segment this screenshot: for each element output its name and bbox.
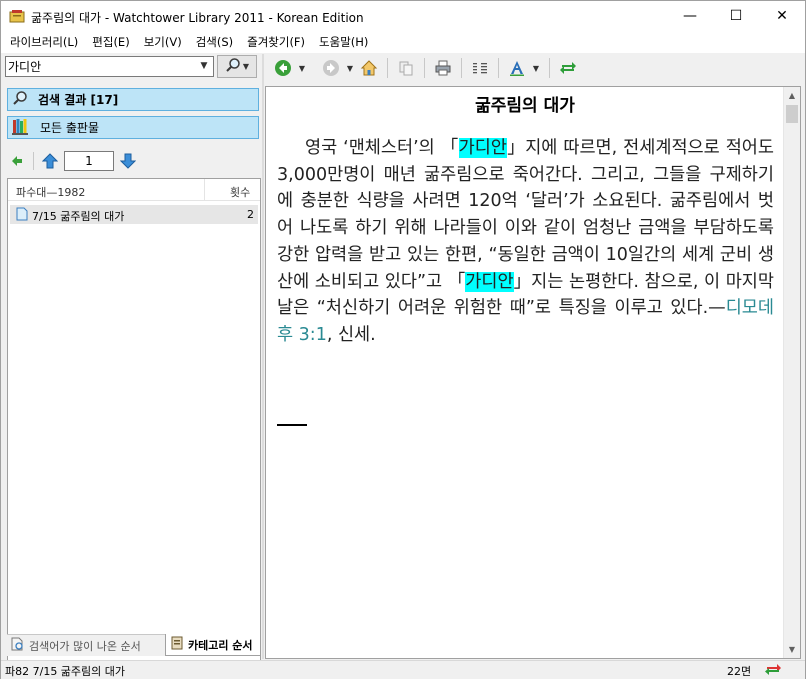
previous-result-icon[interactable] bbox=[40, 151, 60, 171]
scroll-down-icon[interactable]: ▼ bbox=[784, 641, 800, 658]
toolbar-separator bbox=[549, 58, 550, 78]
magnifier-icon bbox=[12, 90, 28, 109]
home-icon[interactable] bbox=[357, 57, 381, 79]
menu-view[interactable]: 보기(V) bbox=[137, 34, 189, 50]
tab-sort-by-occurrence-label: 검색어가 많이 나온 순서 bbox=[29, 639, 141, 653]
scroll-thumb[interactable] bbox=[786, 105, 798, 123]
chevron-down-icon[interactable]: ▼ bbox=[197, 61, 211, 73]
all-publications-label: 모든 출판물 bbox=[40, 121, 100, 135]
chevron-down-icon[interactable]: ▼ bbox=[243, 62, 249, 71]
result-title: 7/15 굶주림의 대가 bbox=[32, 210, 125, 223]
sort-tabs: 검색어가 많이 나온 순서 카테고리 순서 bbox=[7, 634, 261, 656]
maximize-button[interactable]: ☐ bbox=[713, 1, 759, 31]
close-button[interactable]: ✕ bbox=[759, 1, 805, 31]
status-location: 파82 7/15 굶주림의 대가 bbox=[5, 665, 126, 678]
section-end-rule bbox=[277, 424, 307, 426]
results-count-header[interactable]: 횟수 bbox=[230, 184, 250, 200]
library-app-icon bbox=[9, 8, 25, 24]
bookshelf-icon bbox=[12, 117, 30, 138]
search-highlight: 가디안 bbox=[458, 138, 507, 158]
list-item[interactable]: 7/15 굶주림의 대가 2 bbox=[10, 205, 258, 224]
document-search-icon bbox=[11, 637, 25, 654]
toolbar-separator bbox=[387, 58, 388, 78]
sync-status-icon[interactable] bbox=[765, 663, 781, 679]
search-button[interactable]: ▼ bbox=[217, 55, 257, 78]
font-size-chevron-icon[interactable]: ▼ bbox=[529, 57, 543, 79]
toolbar-separator bbox=[424, 58, 425, 78]
back-icon[interactable] bbox=[271, 57, 295, 79]
toolbar-separator bbox=[461, 58, 462, 78]
forward-history-chevron-icon[interactable]: ▼ bbox=[343, 57, 357, 79]
search-combobox[interactable]: ▼ bbox=[5, 56, 214, 77]
forward-icon[interactable] bbox=[319, 57, 343, 79]
article-body: 영국 ‘맨체스터’의 「가디안」지에 따르면, 전세계적으로 적어도 3,000… bbox=[277, 135, 774, 349]
search-highlight: 가디안 bbox=[465, 271, 514, 292]
article-text: 」지에 따르면, 전세계적으로 적어도 3,000만명이 매년 굶주림으로 죽어… bbox=[277, 138, 774, 292]
status-bar: 파82 7/15 굶주림의 대가 22면 bbox=[1, 660, 805, 679]
vertical-scrollbar[interactable]: ▲ ▼ bbox=[783, 87, 800, 658]
result-page-input[interactable] bbox=[64, 151, 114, 171]
menu-edit[interactable]: 편집(E) bbox=[85, 34, 136, 50]
scroll-up-icon[interactable]: ▲ bbox=[784, 87, 800, 104]
article-text: 영국 ‘맨체스터’의 「 bbox=[305, 138, 459, 158]
left-pane: ▼ ▼ 검색 결과 [17] 모든 출판물 bbox=[3, 54, 261, 679]
article-title: 굶주림의 대가 bbox=[475, 96, 575, 116]
article-text: , 신세. bbox=[326, 324, 376, 345]
back-history-chevron-icon[interactable]: ▼ bbox=[295, 57, 309, 79]
window-title: 굶주림의 대가 - Watchtower Library 2011 - Kore… bbox=[31, 11, 364, 25]
result-count: 2 bbox=[247, 208, 254, 221]
columns-view-icon[interactable] bbox=[468, 57, 492, 79]
column-divider bbox=[204, 179, 205, 200]
sync-icon[interactable] bbox=[556, 57, 580, 79]
results-list: 파수대—1982 횟수 7/15 굶주림의 대가 2 bbox=[7, 178, 261, 679]
pane-splitter[interactable] bbox=[262, 54, 264, 659]
document-icon bbox=[16, 207, 28, 224]
app-window: 굶주림의 대가 - Watchtower Library 2011 - Kore… bbox=[0, 0, 806, 679]
menu-help[interactable]: 도움말(H) bbox=[312, 34, 375, 50]
tab-sort-by-category[interactable]: 카테고리 순서 bbox=[165, 634, 261, 656]
content-toolbar: ▼ ▼ ▼ bbox=[265, 54, 805, 82]
pager-separator bbox=[33, 152, 34, 170]
status-page-number: 22면 bbox=[727, 665, 752, 678]
print-icon[interactable] bbox=[431, 57, 455, 79]
article-view[interactable]: 굶주림의 대가 영국 ‘맨체스터’의 「가디안」지에 따르면, 전세계적으로 적… bbox=[265, 86, 801, 659]
menu-favorites[interactable]: 즐겨찾기(F) bbox=[240, 34, 312, 50]
tab-sort-by-occurrence[interactable]: 검색어가 많이 나온 순서 bbox=[7, 634, 165, 656]
results-publication-header[interactable]: 파수대—1982 bbox=[16, 184, 85, 200]
toolbar-separator bbox=[498, 58, 499, 78]
menu-search[interactable]: 검색(S) bbox=[189, 34, 240, 50]
next-result-icon[interactable] bbox=[118, 151, 138, 171]
magnifier-icon bbox=[225, 57, 241, 76]
results-header: 파수대—1982 횟수 bbox=[8, 179, 260, 201]
minimize-button[interactable]: — bbox=[667, 1, 713, 31]
back-to-results-icon[interactable] bbox=[7, 151, 27, 171]
menu-library[interactable]: 라이브러리(L) bbox=[3, 34, 85, 50]
copy-icon[interactable] bbox=[394, 57, 418, 79]
font-size-icon[interactable] bbox=[505, 57, 529, 79]
search-results-button[interactable]: 검색 결과 [17] bbox=[7, 88, 259, 111]
category-icon bbox=[170, 636, 184, 653]
all-publications-button[interactable]: 모든 출판물 bbox=[7, 116, 259, 139]
tab-sort-by-category-label: 카테고리 순서 bbox=[188, 638, 253, 652]
title-bar: 굶주림의 대가 - Watchtower Library 2011 - Kore… bbox=[1, 1, 805, 31]
search-input[interactable] bbox=[8, 58, 193, 75]
search-results-label: 검색 결과 [17] bbox=[38, 93, 119, 107]
result-pager bbox=[7, 148, 259, 174]
menu-bar: 라이브러리(L) 편집(E) 보기(V) 검색(S) 즐겨찾기(F) 도움말(H… bbox=[1, 31, 805, 53]
